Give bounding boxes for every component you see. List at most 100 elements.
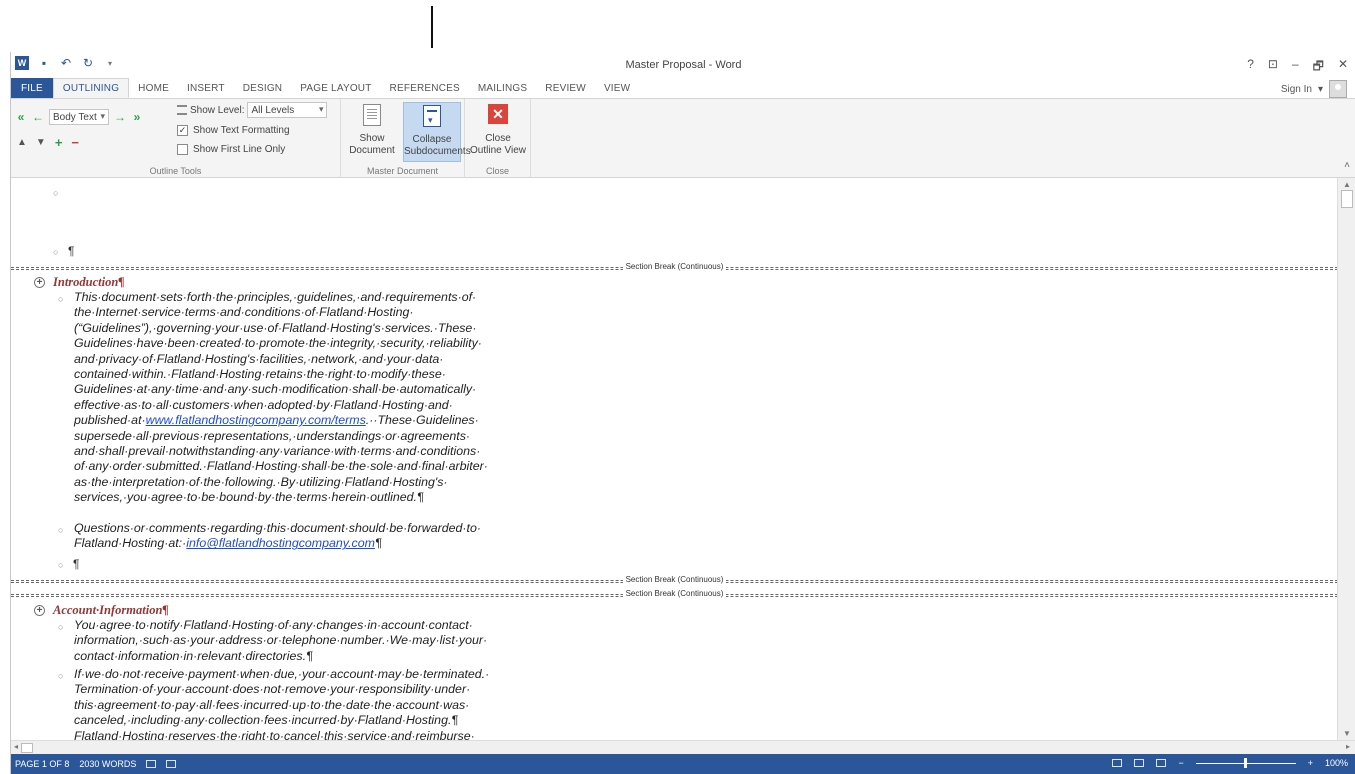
move-down-icon[interactable]: ▼ bbox=[36, 137, 46, 148]
zoom-out-icon[interactable]: − bbox=[1178, 758, 1183, 768]
read-mode-icon[interactable] bbox=[1112, 759, 1123, 767]
outline-tools-label: Outline Tools bbox=[149, 166, 202, 176]
promote-to-heading1-icon[interactable]: « bbox=[15, 110, 27, 124]
window-title: Master Proposal - Word bbox=[625, 59, 742, 71]
sign-in[interactable]: Sign In ▾ bbox=[1281, 80, 1347, 98]
email-link[interactable]: info@flatlandhostingcompany.com bbox=[186, 536, 375, 550]
show-level-icon bbox=[177, 105, 187, 115]
outline-bullet[interactable]: ○ bbox=[58, 560, 63, 570]
close-outline-view-label-2: Outline View bbox=[470, 145, 526, 156]
paragraph-line: Flatland·Hosting·reserves·the·right·to·c… bbox=[74, 728, 475, 740]
show-level-select[interactable]: All Levels bbox=[247, 102, 328, 118]
horizontal-scrollbar[interactable]: ◂ ▸ bbox=[11, 740, 1355, 754]
tab-outlining[interactable]: OUTLINING bbox=[52, 78, 130, 98]
show-text-formatting-label: Show Text Formatting bbox=[193, 125, 290, 136]
ribbon-display-icon[interactable]: ⊡ bbox=[1268, 57, 1278, 78]
body-paragraph[interactable]: Questions·or·comments·regarding·this·doc… bbox=[74, 521, 549, 552]
macro-icon[interactable] bbox=[166, 760, 177, 768]
promote-icon[interactable]: ← bbox=[32, 110, 44, 124]
scroll-down-icon[interactable]: ▼ bbox=[1343, 729, 1351, 738]
paragraph-line: contained·within.·Flatland·Hosting·retai… bbox=[74, 367, 446, 382]
tab-mailings[interactable]: MAILINGS bbox=[469, 78, 536, 98]
outline-level-select[interactable]: Body Text bbox=[49, 109, 109, 125]
show-first-line-only-checkbox[interactable] bbox=[177, 144, 188, 155]
horizontal-scroll-thumb[interactable] bbox=[21, 743, 33, 753]
outline-bullet[interactable]: ○ bbox=[58, 622, 63, 632]
show-text-formatting-checkbox[interactable]: ✓ bbox=[177, 125, 188, 136]
ribbon-tabs: FILE OUTLINING HOME INSERT DESIGN PAGE L… bbox=[11, 78, 1355, 98]
vertical-scrollbar[interactable]: ▲ ▼ bbox=[1337, 178, 1355, 740]
tab-file[interactable]: FILE bbox=[11, 78, 53, 98]
chevron-down-icon: ▾ bbox=[1317, 83, 1323, 95]
show-text-formatting-option[interactable]: ✓ Show Text Formatting bbox=[177, 125, 290, 136]
close-icon[interactable]: ✕ bbox=[1338, 57, 1348, 78]
zoom-slider-thumb[interactable] bbox=[1243, 757, 1247, 768]
show-first-line-only-option[interactable]: Show First Line Only bbox=[177, 144, 285, 155]
proofing-icon[interactable] bbox=[146, 760, 157, 768]
document-icon bbox=[363, 104, 381, 126]
zoom-slider[interactable] bbox=[1195, 757, 1296, 768]
section-break-label: Section Break (Continuous) bbox=[622, 589, 727, 598]
page-count[interactable]: PAGE 1 OF 8 bbox=[11, 759, 69, 769]
tab-home[interactable]: HOME bbox=[129, 78, 178, 98]
outline-bullet[interactable]: ○ bbox=[58, 671, 63, 681]
outline-bullet[interactable]: ○ bbox=[58, 525, 63, 535]
collapse-subdocuments-button[interactable]: Collapse Subdocuments bbox=[403, 102, 471, 162]
paragraph-line-with-link: Flatland·Hosting·at:·info@flatlandhostin… bbox=[74, 536, 549, 551]
scroll-up-icon[interactable]: ▲ bbox=[1343, 180, 1351, 189]
paragraph-line: Guidelines·at·any·time·and·any·such·modi… bbox=[74, 382, 477, 397]
collapse-icon[interactable]: − bbox=[71, 135, 79, 150]
show-document-button[interactable]: Show Document bbox=[343, 102, 401, 162]
restore-icon[interactable]: 🗗 bbox=[1313, 57, 1324, 78]
move-up-icon[interactable]: ▲ bbox=[17, 137, 27, 148]
outline-bullet[interactable]: ○ bbox=[53, 188, 58, 198]
paragraph-line: If·we·do·not·receive·payment·when·due,·y… bbox=[74, 667, 490, 681]
collapse-ribbon-icon[interactable]: ˄ bbox=[1344, 160, 1350, 171]
paragraph-line: effective·as·to·all·customers·when·adopt… bbox=[74, 397, 453, 412]
expand-collapse-icon[interactable]: + bbox=[34, 277, 45, 288]
outline-heading[interactable]: + Introduction¶ bbox=[34, 275, 125, 290]
zoom-level[interactable]: 100% bbox=[1325, 758, 1348, 768]
outline-move-row: ▲ ▼ + − bbox=[17, 135, 79, 150]
outline-bullet[interactable]: ○ bbox=[53, 247, 58, 257]
document-area[interactable]: ○ ○ ¶ Section Break (Continuous) + Intro… bbox=[11, 178, 1338, 740]
demote-icon[interactable]: → bbox=[114, 110, 126, 124]
tab-references[interactable]: REFERENCES bbox=[381, 78, 469, 98]
scroll-thumb[interactable] bbox=[1341, 190, 1353, 208]
tab-design[interactable]: DESIGN bbox=[234, 78, 292, 98]
paragraph-line: This·document·sets·forth·the·principles,… bbox=[74, 290, 477, 304]
show-document-label-1: Show bbox=[359, 133, 385, 144]
body-paragraph[interactable]: If·we·do·not·receive·payment·when·due,·y… bbox=[74, 667, 549, 740]
master-document-label: Master Document bbox=[366, 166, 439, 176]
show-level-label: Show Level: bbox=[190, 104, 245, 116]
body-paragraph[interactable]: You·agree·to·notify·Flatland·Hosting·of·… bbox=[74, 618, 549, 664]
expand-icon[interactable]: + bbox=[55, 135, 63, 150]
link-suffix: ¶ bbox=[374, 536, 382, 551]
section-break: Section Break (Continuous) bbox=[11, 262, 1338, 272]
tab-insert[interactable]: INSERT bbox=[178, 78, 234, 98]
expand-collapse-icon[interactable]: + bbox=[34, 605, 45, 616]
demote-to-body-text-icon[interactable]: » bbox=[131, 110, 143, 124]
scroll-right-icon[interactable]: ▸ bbox=[1346, 742, 1350, 751]
close-outline-view-button[interactable]: ✕ Close Outline View bbox=[469, 102, 527, 162]
outline-heading[interactable]: + Account·Information¶ bbox=[34, 603, 169, 618]
paragraph-line: and·shall·prevail·notwithstanding·any·va… bbox=[74, 444, 481, 459]
close-x-icon: ✕ bbox=[488, 104, 508, 124]
web-layout-icon[interactable] bbox=[1156, 759, 1167, 767]
help-icon[interactable]: ? bbox=[1247, 57, 1254, 78]
word-count[interactable]: 2030 WORDS bbox=[79, 759, 136, 769]
tab-review[interactable]: REVIEW bbox=[536, 78, 595, 98]
paragraph-line: Guidelines·have·been·created·to·promote·… bbox=[74, 336, 482, 351]
terms-link[interactable]: www.flatlandhostingcompany.com/terms bbox=[146, 413, 366, 427]
paragraph-line: Termination·of·your·account·does·not·rem… bbox=[74, 682, 471, 697]
body-paragraph[interactable]: This·document·sets·forth·the·principles,… bbox=[74, 290, 549, 506]
print-layout-icon[interactable] bbox=[1134, 759, 1145, 767]
minimize-icon[interactable]: – bbox=[1292, 57, 1299, 78]
zoom-in-icon[interactable]: + bbox=[1308, 758, 1313, 768]
tab-page-layout[interactable]: PAGE LAYOUT bbox=[291, 78, 380, 98]
avatar[interactable] bbox=[1329, 80, 1347, 98]
tab-view[interactable]: VIEW bbox=[595, 78, 639, 98]
outline-bullet[interactable]: ○ bbox=[58, 294, 63, 304]
scroll-left-icon[interactable]: ◂ bbox=[14, 742, 18, 751]
close-group-label: Close bbox=[485, 166, 509, 176]
